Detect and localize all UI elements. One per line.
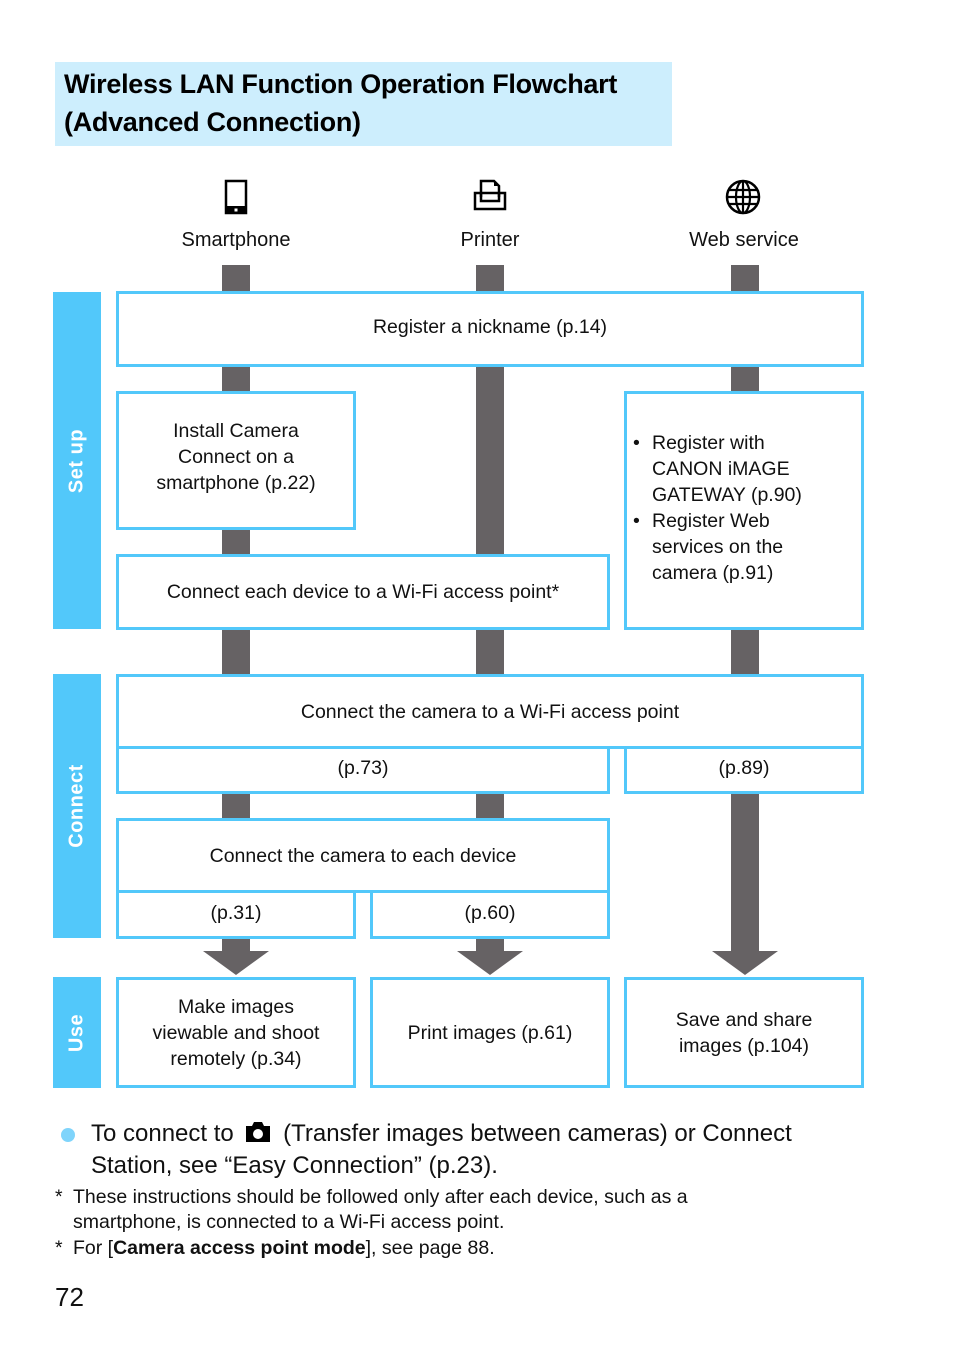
- column-label-smartphone: Smartphone: [181, 229, 291, 251]
- arrow-down-smartphone: [203, 951, 269, 975]
- page-ref-access-point-left: (p.73): [116, 746, 610, 794]
- footnote-asterisk: *: [55, 1186, 63, 1208]
- step-camera-to-device: Connect the camera to each device: [116, 818, 610, 893]
- text-line: camera (p.91): [652, 562, 774, 584]
- connector-smartphone: [222, 364, 250, 393]
- connector-smartphone: [222, 937, 250, 951]
- note-text: (Transfer images between cameras) or Con…: [283, 1120, 792, 1147]
- globe-icon: [725, 179, 761, 215]
- footnote-text: ], see page 88.: [365, 1237, 495, 1259]
- column-label-printer: Printer: [460, 229, 520, 251]
- phase-connect: Connect: [53, 674, 101, 938]
- page-ref-text: (p.89): [718, 757, 770, 779]
- page-ref-text: (p.73): [337, 757, 389, 779]
- step-camera-to-access-point-text: Connect the camera to a Wi-Fi access poi…: [300, 700, 680, 723]
- text-line: smartphone (p.22): [156, 472, 316, 494]
- step-install-camera-connect: Install Camera Connect on a smartphone (…: [116, 391, 356, 530]
- connector-smartphone: [222, 792, 250, 820]
- phase-setup: Set up: [53, 292, 101, 629]
- step-connect-each-device: Connect each device to a Wi-Fi access po…: [116, 554, 610, 630]
- use-smartphone: Make images viewable and shoot remotely …: [116, 977, 356, 1088]
- connector-web-service: [731, 792, 759, 951]
- page-ref-text: (p.60): [464, 902, 516, 924]
- phase-use: Use: [53, 977, 101, 1088]
- section-title: Wireless LAN Function Operation Flowchar…: [64, 65, 617, 141]
- step-web-service-registration: Register with CANON iMAGE GATEWAY (p.90)…: [624, 391, 864, 630]
- page-ref-device-printer: (p.60): [370, 890, 610, 939]
- step-connect-each-device-text: Connect each device to a Wi-Fi access po…: [166, 581, 560, 603]
- step-register-nickname: Register a nickname (p.14): [116, 291, 864, 367]
- use-printer: Print images (p.61): [370, 977, 610, 1088]
- web-service-list: Register with CANON iMAGE GATEWAY (p.90)…: [633, 430, 802, 586]
- list-item: Register with CANON iMAGE GATEWAY (p.90): [633, 430, 802, 508]
- title-line-1: Wireless LAN Function Operation Flowchar…: [64, 69, 618, 99]
- list-item: Register Web services on the camera (p.9…: [633, 508, 802, 586]
- step-camera-to-device-text: Connect the camera to each device: [209, 844, 517, 867]
- page-ref-text: (p.31): [210, 902, 262, 924]
- connector-smartphone: [222, 528, 250, 556]
- connector-web-service: [731, 265, 759, 293]
- connector-web-service: [731, 364, 759, 393]
- use-web-service: Save and share images (p.104): [624, 977, 864, 1088]
- footnote-bold-term: Camera access point mode: [113, 1237, 366, 1259]
- footnote-asterisk: *: [55, 1237, 63, 1259]
- arrow-down-web-service: [712, 951, 778, 975]
- column-label-web-service: Web service: [689, 229, 799, 251]
- phase-use-label: Use: [65, 1013, 88, 1052]
- phase-connect-label: Connect: [65, 764, 88, 848]
- footnote-1-line2: smartphone, is connected to a Wi-Fi acce…: [73, 1211, 505, 1233]
- smartphone-icon: [224, 179, 248, 215]
- text-line: Connect on a: [177, 446, 294, 468]
- text-line: CANON iMAGE: [652, 458, 790, 480]
- text-line: Register Web: [652, 510, 770, 532]
- arrow-down-printer: [457, 951, 523, 975]
- text-line: Save and share: [675, 1008, 813, 1031]
- camera-icon: [246, 1122, 271, 1142]
- printer-icon: [473, 179, 507, 211]
- footnote-1-line1: These instructions should be followed on…: [73, 1186, 688, 1208]
- text-line: Install Camera: [173, 420, 299, 442]
- text-line: viewable and shoot: [152, 1021, 320, 1044]
- text-line: GATEWAY (p.90): [652, 484, 802, 506]
- connector-printer: [476, 937, 504, 951]
- bullet-dot-icon: [61, 1128, 75, 1142]
- footnote-text: For [: [73, 1237, 114, 1259]
- connector-web-service: [731, 628, 759, 676]
- text-line: remotely (p.34): [170, 1047, 302, 1070]
- step-camera-to-access-point: Connect the camera to a Wi-Fi access poi…: [116, 674, 864, 749]
- text-line: services on the: [652, 536, 784, 558]
- connector-printer: [476, 792, 504, 820]
- section-title-box: Wireless LAN Function Operation Flowchar…: [55, 62, 672, 146]
- step-register-nickname-text: Register a nickname (p.14): [372, 316, 608, 338]
- phase-setup-label: Set up: [65, 428, 88, 493]
- text-line: Register with: [652, 432, 765, 454]
- page-ref-device-smartphone: (p.31): [116, 890, 356, 939]
- page-number: 72: [55, 1282, 84, 1312]
- note-bullet: To connect to (Transfer images between c…: [91, 1118, 792, 1150]
- text-line: images (p.104): [678, 1034, 810, 1057]
- connector-smartphone: [222, 628, 250, 676]
- connector-smartphone: [222, 265, 250, 293]
- page-ref-access-point-right: (p.89): [624, 746, 864, 794]
- connector-printer: [476, 265, 504, 293]
- note-bullet-line2: Station, see “Easy Connection” (p.23).: [91, 1152, 498, 1179]
- title-line-2: (Advanced Connection): [64, 107, 361, 137]
- text-line: Make images: [178, 995, 294, 1018]
- use-printer-text: Print images (p.61): [407, 1021, 573, 1044]
- note-text: To connect to: [91, 1120, 234, 1147]
- footnote-2: For [Camera access point mode], see page…: [73, 1236, 495, 1261]
